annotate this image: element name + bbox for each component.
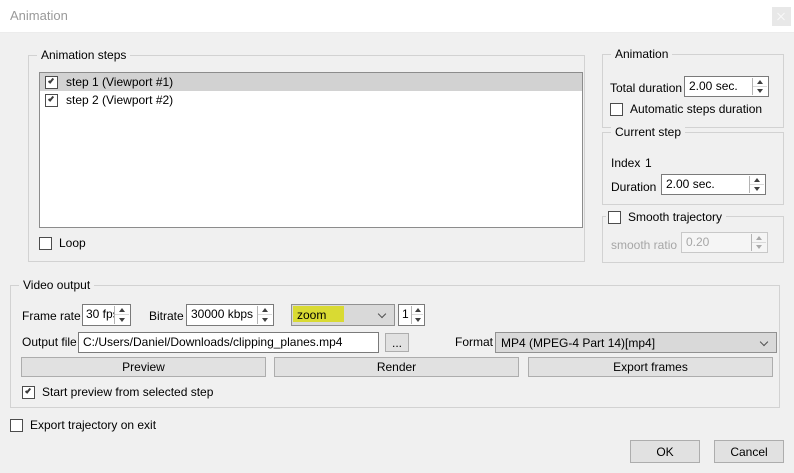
superres-spinner[interactable]: 1 (398, 304, 425, 326)
export-trajectory-label: Export trajectory on exit (30, 418, 156, 432)
spin-up-icon (756, 236, 762, 240)
output-file-input[interactable]: C:/Users/Daniel/Downloads/clipping_plane… (78, 332, 379, 353)
spin-up-icon (757, 80, 763, 84)
superres-value[interactable]: 1 (399, 305, 411, 325)
check-icon (48, 95, 54, 102)
spin-down-icon (415, 318, 421, 322)
animation-steps-list[interactable]: step 1 (Viewport #1) step 2 (Viewport #2… (39, 72, 583, 228)
browse-button[interactable]: ... (385, 333, 409, 352)
total-duration-spinner[interactable]: 2.00 sec. (684, 76, 769, 97)
spin-up-button[interactable] (753, 78, 767, 87)
step-checkbox[interactable] (45, 94, 58, 107)
chevron-down-icon (760, 338, 768, 346)
spin-up-icon (754, 178, 760, 182)
check-icon (25, 387, 31, 394)
spin-down-icon (756, 245, 762, 249)
smooth-ratio-label: smooth ratio (611, 238, 677, 252)
start-preview-label: Start preview from selected step (42, 385, 213, 399)
spin-down-icon (119, 318, 125, 322)
duration-label: Duration (611, 180, 656, 194)
render-button[interactable]: Render (274, 357, 519, 377)
spin-down-button[interactable] (115, 315, 129, 324)
index-value: 1 (645, 156, 652, 170)
frame-rate-label: Frame rate (22, 309, 81, 323)
frame-rate-spinner[interactable]: 30 fps (82, 304, 131, 326)
spin-down-button[interactable] (412, 315, 423, 324)
smooth-trajectory-label: Smooth trajectory (628, 210, 722, 224)
format-label: Format (455, 335, 493, 349)
spin-up-icon (262, 308, 268, 312)
codec-value: zoom (297, 308, 326, 322)
spin-down-icon (754, 187, 760, 191)
output-file-label: Output file (22, 335, 77, 349)
automatic-steps-duration-label: Automatic steps duration (630, 102, 762, 116)
export-frames-button[interactable]: Export frames (528, 357, 773, 377)
spin-down-icon (262, 318, 268, 322)
video-output-group: Video output Frame rate 30 fps Bitrate 3… (10, 285, 780, 408)
smooth-trajectory-checkbox[interactable]: Smooth trajectory (606, 209, 726, 225)
animation-steps-group: Animation steps step 1 (Viewport #1) ste… (28, 55, 585, 262)
duration-value[interactable]: 2.00 sec. (662, 175, 749, 194)
smooth-ratio-spinner: 0.20 (681, 232, 768, 253)
smooth-ratio-value: 0.20 (682, 233, 751, 252)
spin-down-button (752, 243, 766, 252)
current-step-group-label: Current step (611, 125, 685, 139)
spin-up-button (752, 234, 766, 243)
bitrate-label: Bitrate (149, 309, 184, 323)
animation-group-label: Animation (611, 47, 672, 61)
spin-up-icon (119, 308, 125, 312)
animation-dialog: Animation Animation steps step 1 (Viewpo… (0, 0, 794, 473)
frame-rate-value[interactable]: 30 fps (83, 305, 114, 325)
ok-button[interactable]: OK (630, 440, 700, 463)
animation-step-row[interactable]: step 2 (Viewport #2) (40, 91, 582, 109)
spin-down-button[interactable] (258, 315, 272, 324)
bitrate-spinner[interactable]: 30000 kbps (186, 304, 274, 326)
loop-checkbox[interactable]: Loop (39, 236, 86, 250)
close-button[interactable] (772, 7, 791, 26)
chevron-down-icon (378, 310, 386, 318)
spin-up-button[interactable] (412, 306, 423, 315)
export-trajectory-checkbox[interactable]: Export trajectory on exit (10, 418, 156, 432)
step-label: step 1 (Viewport #1) (66, 75, 173, 89)
total-duration-label: Total duration (610, 81, 682, 95)
spin-up-button[interactable] (750, 176, 764, 185)
format-combobox[interactable]: MP4 (MPEG-4 Part 14)[mp4] (495, 332, 777, 353)
step-label: step 2 (Viewport #2) (66, 93, 173, 107)
animation-group: Animation Total duration 2.00 sec. Autom… (602, 54, 784, 128)
total-duration-value[interactable]: 2.00 sec. (685, 77, 752, 96)
step-checkbox[interactable] (45, 76, 58, 89)
spin-down-button[interactable] (753, 87, 767, 96)
index-label: Index (611, 156, 640, 170)
spin-up-icon (415, 308, 421, 312)
spin-down-icon (757, 89, 763, 93)
format-value: MP4 (MPEG-4 Part 14)[mp4] (501, 336, 655, 350)
animation-step-row[interactable]: step 1 (Viewport #1) (40, 73, 582, 91)
loop-label: Loop (59, 236, 86, 250)
bitrate-value[interactable]: 30000 kbps (187, 305, 257, 325)
preview-button[interactable]: Preview (21, 357, 266, 377)
start-preview-checkbox[interactable]: Start preview from selected step (22, 385, 213, 399)
spin-up-button[interactable] (115, 306, 129, 315)
duration-spinner[interactable]: 2.00 sec. (661, 174, 766, 195)
codec-combobox[interactable]: zoom (291, 304, 395, 326)
check-icon (48, 77, 54, 84)
video-output-group-label: Video output (19, 278, 94, 292)
spin-down-button[interactable] (750, 185, 764, 194)
spin-up-button[interactable] (258, 306, 272, 315)
title-bar: Animation (0, 0, 794, 33)
cancel-button[interactable]: Cancel (714, 440, 784, 463)
animation-steps-group-label: Animation steps (37, 48, 130, 62)
dialog-title: Animation (10, 8, 68, 23)
automatic-steps-duration-checkbox[interactable]: Automatic steps duration (610, 102, 762, 116)
current-step-group: Current step Index 1 Duration 2.00 sec. (602, 132, 784, 205)
smooth-trajectory-group: Smooth trajectory smooth ratio 0.20 (602, 216, 784, 263)
